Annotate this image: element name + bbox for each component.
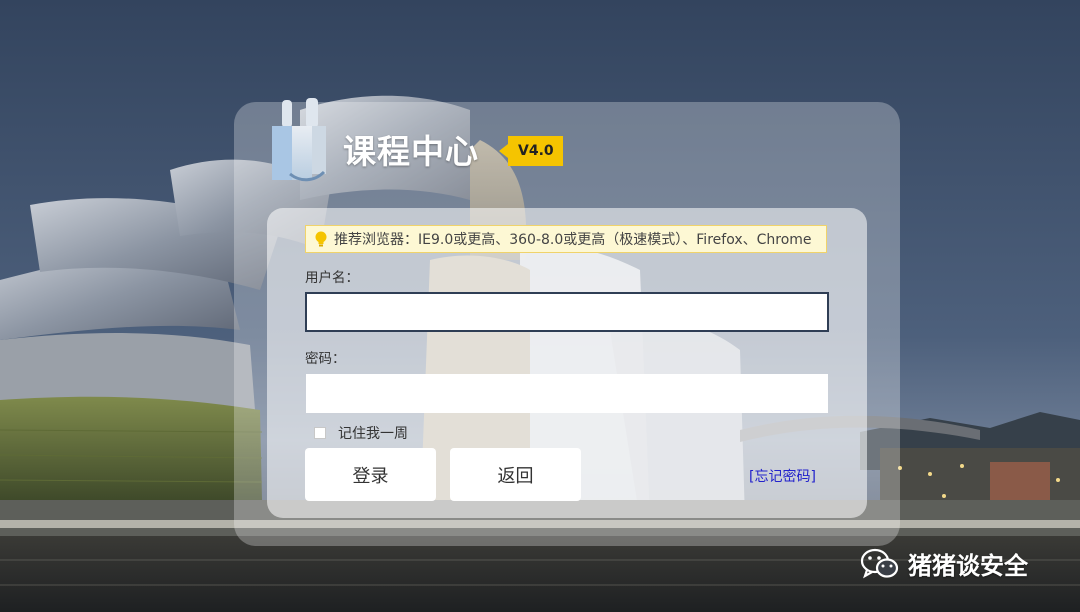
browser-notice-text: 推荐浏览器：IE9.0或更高、360-8.0或更高（极速模式）、Firefox、… — [334, 232, 812, 248]
remember-me-checkbox[interactable] — [314, 427, 326, 439]
username-label: 用户名： — [305, 270, 359, 286]
app-logo — [272, 98, 326, 182]
browser-notice: 推荐浏览器：IE9.0或更高、360-8.0或更高（极速模式）、Firefox、… — [305, 225, 827, 253]
username-input[interactable] — [305, 292, 829, 332]
version-badge: V4.0 — [499, 136, 563, 166]
watermark-text: 猪猪谈安全 — [908, 552, 1028, 580]
password-input[interactable] — [306, 374, 828, 413]
lightbulb-icon — [315, 231, 327, 247]
login-button[interactable]: 登录 — [305, 448, 436, 501]
watermark: 猪猪谈安全 — [860, 546, 1028, 581]
remember-me: 记住我一周 — [314, 423, 408, 443]
app-title: 课程中心 — [343, 132, 479, 171]
remember-me-label: 记住我一周 — [338, 426, 408, 442]
wechat-icon — [860, 548, 899, 578]
back-button[interactable]: 返回 — [450, 448, 581, 501]
forgot-password-link[interactable]: [忘记密码] — [749, 466, 816, 486]
password-label: 密码： — [305, 351, 346, 367]
